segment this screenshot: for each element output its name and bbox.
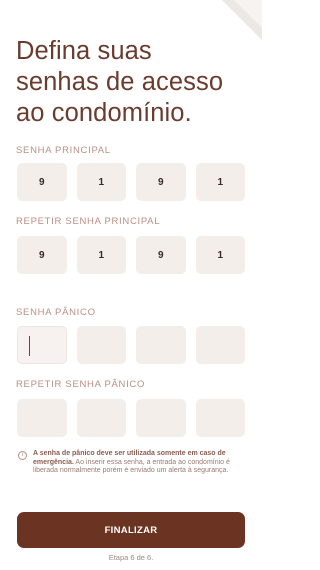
panic-info-notice: i A senha de pânico deve ser utilizada s… bbox=[18, 450, 248, 476]
main-password-label: SENHA PRINCIPAL bbox=[16, 145, 111, 156]
repeat-panic-password-digit-3[interactable] bbox=[136, 399, 186, 437]
panic-password-digit-1[interactable] bbox=[17, 326, 67, 364]
main-password-digit-3[interactable]: 9 bbox=[136, 163, 186, 201]
main-password-row: 9 1 9 1 bbox=[17, 163, 245, 201]
corner-fold-highlight bbox=[234, 0, 262, 28]
panic-password-digit-3[interactable] bbox=[136, 326, 186, 364]
info-icon: i bbox=[18, 451, 27, 460]
repeat-main-password-digit-4[interactable]: 1 bbox=[195, 236, 245, 274]
title-line-2: senhas de acesso bbox=[16, 68, 224, 96]
repeat-main-password-digit-1[interactable]: 9 bbox=[17, 236, 67, 274]
page-title: Defina suas senhas de acesso ao condomín… bbox=[16, 36, 251, 129]
panic-password-row bbox=[17, 326, 246, 364]
main-password-digit-4[interactable]: 1 bbox=[195, 163, 245, 201]
repeat-panic-password-digit-2[interactable] bbox=[76, 399, 126, 437]
repeat-panic-password-digit-1[interactable] bbox=[17, 399, 67, 437]
main-password-digit-1[interactable]: 9 bbox=[17, 163, 67, 201]
repeat-main-password-row: 9 1 9 1 bbox=[17, 236, 245, 274]
repeat-main-password-digit-3[interactable]: 9 bbox=[136, 236, 186, 274]
finish-button[interactable]: FINALIZAR bbox=[17, 512, 245, 548]
repeat-panic-password-label: REPETIR SENHA PÂNICO bbox=[16, 379, 146, 390]
title-line-3: ao condomínio. bbox=[16, 99, 192, 127]
title-line-1: Defina suas bbox=[16, 37, 152, 65]
step-indicator: Etapa 6 de 6. bbox=[108, 553, 154, 562]
panic-password-digit-2[interactable] bbox=[76, 326, 127, 364]
panic-info-text: A senha de pânico deve ser utilizada som… bbox=[33, 450, 245, 476]
text-caret bbox=[29, 336, 30, 356]
panic-password-digit-4[interactable] bbox=[195, 326, 246, 364]
repeat-panic-password-digit-4[interactable] bbox=[195, 399, 245, 437]
repeat-panic-password-row bbox=[17, 399, 245, 437]
panic-password-label: SENHA PÂNICO bbox=[16, 307, 96, 318]
main-password-digit-2[interactable]: 1 bbox=[76, 163, 126, 201]
repeat-main-password-digit-2[interactable]: 1 bbox=[76, 236, 126, 274]
repeat-main-password-label: REPETIR SENHA PRINCIPAL bbox=[16, 216, 161, 227]
